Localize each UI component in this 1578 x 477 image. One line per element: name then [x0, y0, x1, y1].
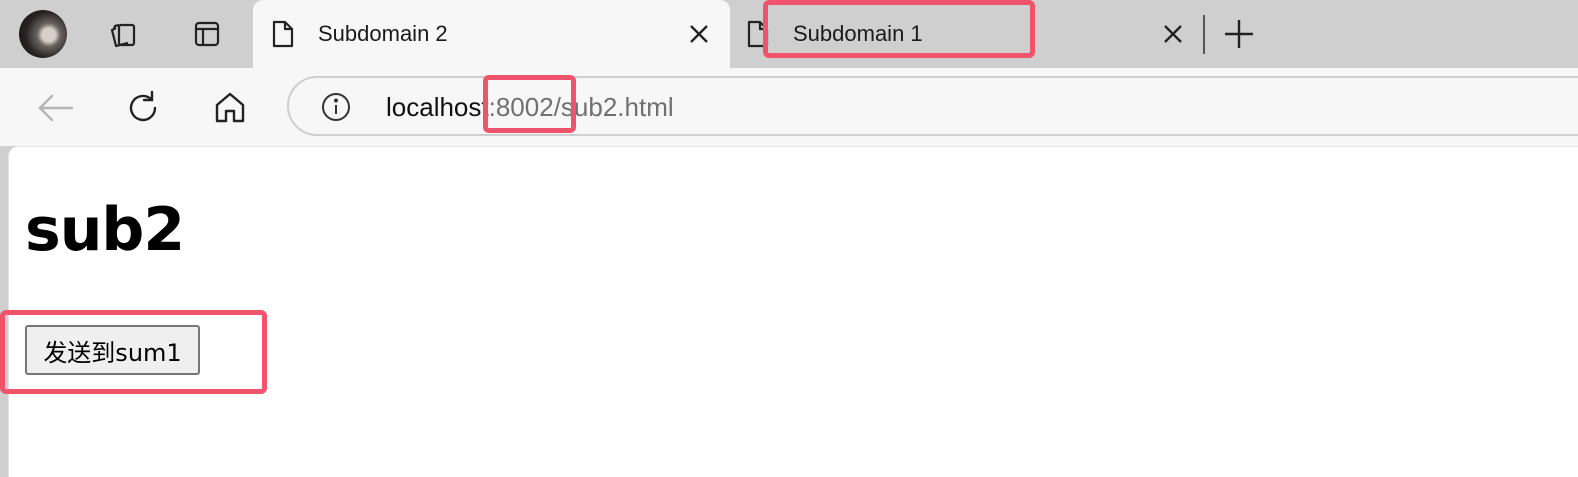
send-to-sum1-button[interactable]: 发送到sum1: [25, 325, 200, 375]
vertical-tabs-icon[interactable]: [187, 14, 227, 54]
url-host: localhost: [386, 92, 489, 122]
navigation-toolbar: localhost:8002/sub2.html: [0, 68, 1578, 146]
address-bar[interactable]: localhost:8002/sub2.html: [287, 76, 1578, 136]
url-text[interactable]: localhost:8002/sub2.html: [386, 92, 674, 123]
url-path: :8002/sub2.html: [488, 92, 674, 122]
page-heading: sub2: [25, 195, 185, 265]
info-icon[interactable]: [320, 91, 352, 123]
back-icon[interactable]: [34, 86, 78, 130]
tab-subdomain-2[interactable]: Subdomain 2: [253, 0, 730, 68]
page-icon: [747, 20, 769, 48]
page-viewport: sub2 发送到sum1: [8, 146, 1578, 477]
page-icon: [272, 20, 294, 48]
close-icon[interactable]: [687, 22, 711, 46]
new-tab-icon[interactable]: [1222, 17, 1256, 51]
home-icon[interactable]: [208, 86, 252, 130]
refresh-icon[interactable]: [121, 86, 165, 130]
tab-subdomain-1[interactable]: Subdomain 1: [740, 0, 1200, 68]
tab-title: Subdomain 2: [318, 21, 448, 46]
tab-strip: Subdomain 2 Subdomain 1: [0, 0, 1578, 68]
tab-title: Subdomain 1: [793, 21, 923, 46]
close-icon[interactable]: [1161, 22, 1185, 46]
tab-separator: [1203, 15, 1205, 54]
collections-icon[interactable]: [103, 14, 143, 54]
profile-avatar[interactable]: [19, 10, 67, 58]
